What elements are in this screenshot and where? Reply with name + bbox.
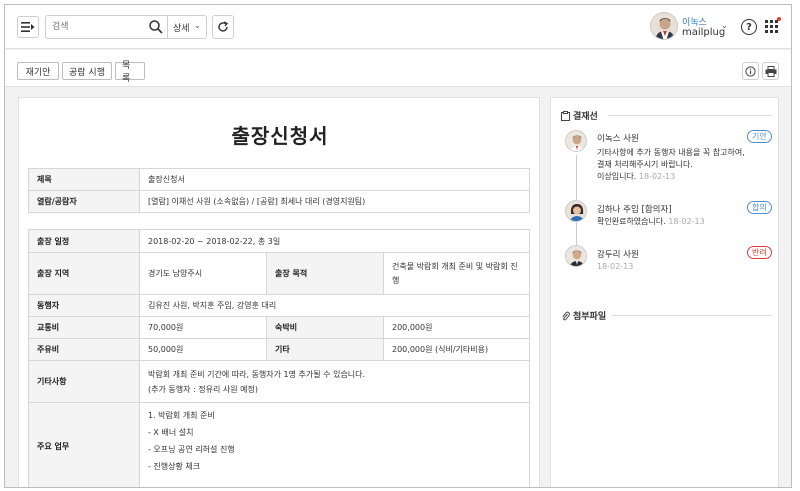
info-icon bbox=[745, 65, 756, 77]
comment-line: 기타사항에 추가 동행자 내용을 꼭 참고하여, bbox=[597, 148, 745, 157]
table-row: 주유비 50,000원 기타 200,000원 (식비/기타비용) bbox=[28, 338, 530, 361]
printer-icon bbox=[765, 65, 776, 77]
comment-date: 18-02-13 bbox=[638, 172, 676, 181]
top-bar: 상세 ⌄ 이녹스 mailplug ⌄ ? bbox=[5, 5, 791, 49]
approver-date: 18-02-13 bbox=[597, 262, 634, 271]
duty-item: - 오프닝 공연 리허설 진행 bbox=[148, 445, 235, 454]
status-badge: 반려 bbox=[747, 246, 772, 259]
table-row: 동행자 김유진 사원, 박지훈 주임, 강영훈 대리 bbox=[28, 294, 530, 317]
notes-line: 박람회 개최 준비 기간에 따라, 동행자가 1명 추가될 수 있습니다. bbox=[148, 369, 366, 379]
region-value: 경기도 남양주시 bbox=[139, 252, 267, 295]
table-row: 출장 일정 2018-02-20 ~ 2018-02-22, 총 3일 bbox=[28, 229, 530, 253]
duty-item: - 진행상황 체크 bbox=[148, 462, 201, 471]
approver-avatar bbox=[565, 245, 587, 267]
menu-toggle-button[interactable] bbox=[17, 16, 39, 38]
comment-sub: 이상입니다. bbox=[597, 172, 637, 181]
table-row: 제목 출장신청서 bbox=[28, 168, 530, 191]
table-row: 출장 지역 경기도 남양주시 출장 목적 건축물 박람회 개최 준비 및 박람회… bbox=[28, 252, 530, 295]
search-icon[interactable] bbox=[148, 19, 164, 35]
user-menu-chevron-icon[interactable]: ⌄ bbox=[721, 21, 728, 30]
duties-label: 주요 업무 bbox=[28, 402, 140, 487]
clipboard-icon bbox=[561, 110, 570, 121]
status-badge: 합의 bbox=[747, 201, 772, 214]
comment-line: 이상입니다. 18-02-13 bbox=[597, 171, 773, 183]
notes-value: 박람회 개최 준비 기간에 따라, 동행자가 1명 추가될 수 있습니다. (추… bbox=[139, 360, 530, 403]
table-row: 주요 업무 1. 박람회 개최 준비 - X 배너 설치 - 오프닝 공연 리허… bbox=[28, 402, 530, 487]
duty-item: 1. 박람회 개최 준비 bbox=[148, 411, 215, 420]
companion-value: 김유진 사원, 박지훈 주임, 강영훈 대리 bbox=[139, 294, 530, 317]
approval-line-title: 결재선 bbox=[561, 109, 598, 122]
chevron-down-icon[interactable]: ⌄ bbox=[194, 21, 201, 30]
detail-search-button[interactable]: 상세 bbox=[173, 21, 190, 34]
refresh-icon bbox=[218, 21, 229, 32]
subject-value: 출장신청서 bbox=[139, 168, 530, 191]
approver-avatar bbox=[565, 200, 587, 222]
notes-line: (추가 동행자 : 정유리 사원 예정) bbox=[148, 384, 258, 394]
document-title: 출장신청서 bbox=[231, 124, 329, 148]
print-button[interactable] bbox=[762, 62, 779, 80]
approver-name: 김하나 주임 [합의자] bbox=[597, 205, 672, 215]
divider bbox=[611, 315, 772, 316]
lodging-label: 숙박비 bbox=[266, 316, 384, 339]
approval-line-label: 결재선 bbox=[573, 112, 598, 122]
approver-comment: 확인완료하였습니다. 18-02-13 bbox=[597, 216, 705, 228]
comment-date: 18-02-13 bbox=[668, 217, 705, 226]
divider bbox=[608, 115, 772, 116]
search-input[interactable] bbox=[52, 19, 142, 35]
viewers-value: [열람] 이채선 사원 (소속없음) / [공람] 최세나 대리 (경영지원팀) bbox=[139, 190, 530, 213]
approver-avatar bbox=[565, 130, 587, 152]
redraft-button[interactable]: 재기안 bbox=[17, 62, 59, 80]
search-divider bbox=[167, 16, 168, 38]
period-label: 출장 일정 bbox=[28, 229, 140, 253]
duties-value: 1. 박람회 개최 준비 - X 배너 설치 - 오프닝 공연 리허설 진행 -… bbox=[139, 402, 530, 487]
approver-comment: 기타사항에 추가 동행자 내용을 꼭 참고하여, 결재 처리해주시기 바랍니다.… bbox=[597, 147, 773, 183]
fuel-label: 주유비 bbox=[28, 338, 140, 361]
transport-value: 70,000원 bbox=[139, 316, 267, 339]
other-cost-label: 기타 bbox=[266, 338, 384, 361]
approver-name: 이녹스 사원 bbox=[597, 134, 639, 144]
user-avatar[interactable] bbox=[650, 12, 678, 40]
purpose-value: 건축물 박람회 개최 준비 및 박람회 진행 bbox=[383, 252, 530, 295]
table-row: 기타사항 박람회 개최 준비 기간에 따라, 동행자가 1명 추가될 수 있습니… bbox=[28, 360, 530, 403]
status-badge: 기안 bbox=[747, 130, 772, 143]
user-photo-icon bbox=[655, 18, 675, 39]
app-window: 상세 ⌄ 이녹스 mailplug ⌄ ? 재기안 공람 시행 목록 bbox=[4, 4, 792, 488]
menu-collapse-icon bbox=[21, 22, 35, 32]
subject-label: 제목 bbox=[28, 168, 140, 191]
attachments-title: 첨부파일 bbox=[561, 309, 606, 322]
purpose-label: 출장 목적 bbox=[266, 252, 384, 295]
other-cost-value: 200,000원 (식비/기타비용) bbox=[383, 338, 530, 361]
approver-name: 강두리 사원 bbox=[597, 250, 639, 260]
transport-label: 교통비 bbox=[28, 316, 140, 339]
comment-sub: 확인완료하였습니다. bbox=[597, 217, 666, 226]
circulate-button[interactable]: 공람 시행 bbox=[62, 62, 112, 80]
apps-grid-icon[interactable] bbox=[765, 20, 778, 33]
table-row: 열람/공람자 [열람] 이채선 사원 (소속없음) / [공람] 최세나 대리 … bbox=[28, 190, 530, 213]
notification-dot bbox=[777, 17, 781, 21]
attachments-label: 첨부파일 bbox=[573, 312, 607, 322]
trip-detail-table: 출장 일정 2018-02-20 ~ 2018-02-22, 총 3일 출장 지… bbox=[28, 229, 530, 487]
header-info-table: 제목 출장신청서 열람/공람자 [열람] 이채선 사원 (소속없음) / [공람… bbox=[28, 168, 530, 213]
help-icon[interactable]: ? bbox=[741, 19, 757, 35]
region-label: 출장 지역 bbox=[28, 252, 140, 295]
refresh-button[interactable] bbox=[212, 15, 234, 39]
paperclip-icon bbox=[562, 311, 570, 320]
list-button[interactable]: 목록 bbox=[115, 61, 145, 84]
duty-item: - X 배너 설치 bbox=[148, 428, 194, 437]
info-button[interactable] bbox=[742, 62, 759, 80]
notes-label: 기타사항 bbox=[28, 360, 140, 403]
comment-line: 결재 처리해주시기 바랍니다. bbox=[597, 160, 693, 169]
viewers-label: 열람/공람자 bbox=[28, 190, 140, 213]
fuel-value: 50,000원 bbox=[139, 338, 267, 361]
companion-label: 동행자 bbox=[28, 294, 140, 317]
search-box: 상세 ⌄ bbox=[45, 15, 207, 39]
user-org[interactable]: mailplug bbox=[682, 27, 725, 38]
lodging-value: 200,000원 bbox=[383, 316, 530, 339]
period-value: 2018-02-20 ~ 2018-02-22, 총 3일 bbox=[139, 229, 530, 253]
action-toolbar: 재기안 공람 시행 목록 bbox=[5, 50, 791, 87]
table-row: 교통비 70,000원 숙박비 200,000원 bbox=[28, 316, 530, 339]
document-panel: 출장신청서 제목 출장신청서 열람/공람자 [열람] 이채선 사원 (소속없음)… bbox=[18, 97, 540, 487]
